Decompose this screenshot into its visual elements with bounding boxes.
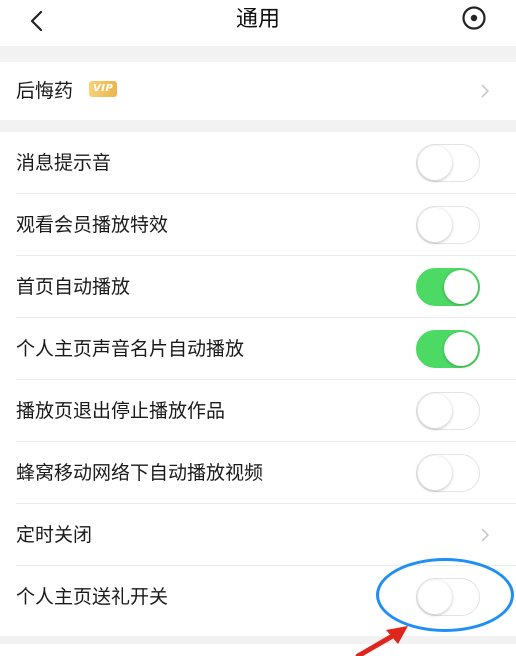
setting-label: 消息提示音 xyxy=(16,152,112,174)
annotation-circle xyxy=(376,558,514,632)
setting-row-profile-voice-autoplay: 个人主页声音名片自动播放 xyxy=(0,318,516,380)
setting-label: 观看会员播放特效 xyxy=(16,214,169,236)
toggle-knob xyxy=(444,332,478,366)
setting-row-vip-effect: 观看会员播放特效 xyxy=(0,194,516,256)
target-button[interactable] xyxy=(460,4,488,32)
setting-label: 个人主页送礼开关 xyxy=(16,586,169,608)
setting-row-sleep-timer[interactable]: 定时关闭 xyxy=(0,504,516,566)
setting-row-cellular-autoplay: 蜂窝移动网络下自动播放视频 xyxy=(0,442,516,504)
cellular-autoplay-toggle[interactable] xyxy=(416,454,480,492)
setting-row-stop-on-exit: 播放页退出停止播放作品 xyxy=(0,380,516,442)
toggle-knob xyxy=(418,146,452,180)
nav-header: 通用 xyxy=(0,0,516,46)
setting-label: 后悔药 xyxy=(16,80,74,102)
setting-row-message-sound: 消息提示音 xyxy=(0,132,516,194)
setting-label: 定时关闭 xyxy=(16,524,93,546)
message-sound-toggle[interactable] xyxy=(416,144,480,182)
settings-page: 通用 后悔药 VIP 消息提示音 观看会员播放特效 首页自动播放 个人主页声音名… xyxy=(0,0,516,656)
setting-label: 播放页退出停止播放作品 xyxy=(16,400,226,422)
red-arrow-icon xyxy=(355,626,408,656)
setting-row-regret[interactable]: 后悔药 VIP xyxy=(0,60,516,122)
next-section-edge xyxy=(0,644,516,656)
vip-effect-toggle[interactable] xyxy=(416,206,480,244)
setting-label: 蜂窝移动网络下自动播放视频 xyxy=(16,462,264,484)
toggle-knob xyxy=(418,456,452,490)
chevron-right-icon xyxy=(481,84,490,98)
toggle-knob xyxy=(418,394,452,428)
page-title: 通用 xyxy=(235,7,280,32)
setting-label: 首页自动播放 xyxy=(16,276,131,298)
stop-on-exit-toggle[interactable] xyxy=(416,392,480,430)
setting-row-home-autoplay: 首页自动播放 xyxy=(0,256,516,318)
vip-badge: VIP xyxy=(89,81,118,97)
toggle-knob xyxy=(444,270,478,304)
chevron-right-icon xyxy=(481,528,490,542)
home-autoplay-toggle[interactable] xyxy=(416,268,480,306)
regret-section: 后悔药 VIP xyxy=(0,62,516,120)
profile-voice-autoplay-toggle[interactable] xyxy=(416,330,480,368)
toggle-knob xyxy=(418,208,452,242)
setting-label: 个人主页声音名片自动播放 xyxy=(16,338,245,360)
target-icon xyxy=(462,6,486,30)
